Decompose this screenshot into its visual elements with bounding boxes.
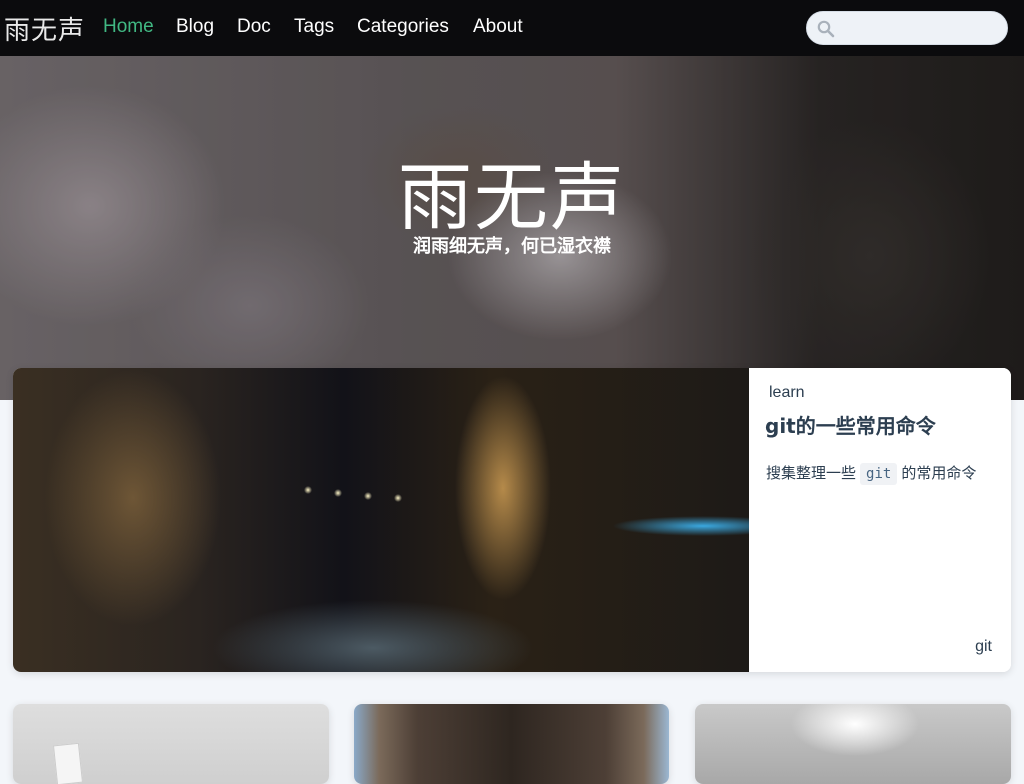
nav-doc[interactable]: Doc [237,16,271,38]
post-card[interactable] [354,704,669,784]
post-title[interactable]: git的一些常用命令 [765,410,936,439]
post-card[interactable] [13,704,329,784]
site-brand[interactable]: 雨无声 [4,10,85,47]
nav-home[interactable]: Home [103,16,154,38]
featured-post-image[interactable] [13,368,749,672]
post-category[interactable]: learn [769,384,805,402]
featured-post-card[interactable]: learn git的一些常用命令 搜集整理一些 git 的常用命令 git [13,368,1011,672]
hero-title: 雨无声 [398,155,626,241]
nav-blog[interactable]: Blog [176,16,214,38]
excerpt-text-after: 的常用命令 [901,464,977,482]
search-icon [817,20,835,38]
excerpt-code: git [860,463,898,485]
nav-categories[interactable]: Categories [357,16,449,38]
hero-subtitle: 润雨细无声，何已湿衣襟 [413,236,611,257]
nav-tags[interactable]: Tags [294,16,334,38]
search-input[interactable] [841,15,1001,41]
top-navbar: 雨无声 Home Blog Doc Tags Categories About [0,0,1024,56]
nav-about[interactable]: About [473,16,523,38]
post-tag[interactable]: git [975,638,992,656]
card-image-detail [52,742,84,784]
hero-banner: 雨无声 润雨细无声，何已湿衣襟 [0,56,1024,400]
post-excerpt: 搜集整理一些 git 的常用命令 [766,462,977,485]
featured-post-body: learn git的一些常用命令 搜集整理一些 git 的常用命令 git [749,368,1011,672]
post-card[interactable] [695,704,1011,784]
excerpt-text-before: 搜集整理一些 [766,464,857,482]
search-box[interactable] [806,11,1008,45]
